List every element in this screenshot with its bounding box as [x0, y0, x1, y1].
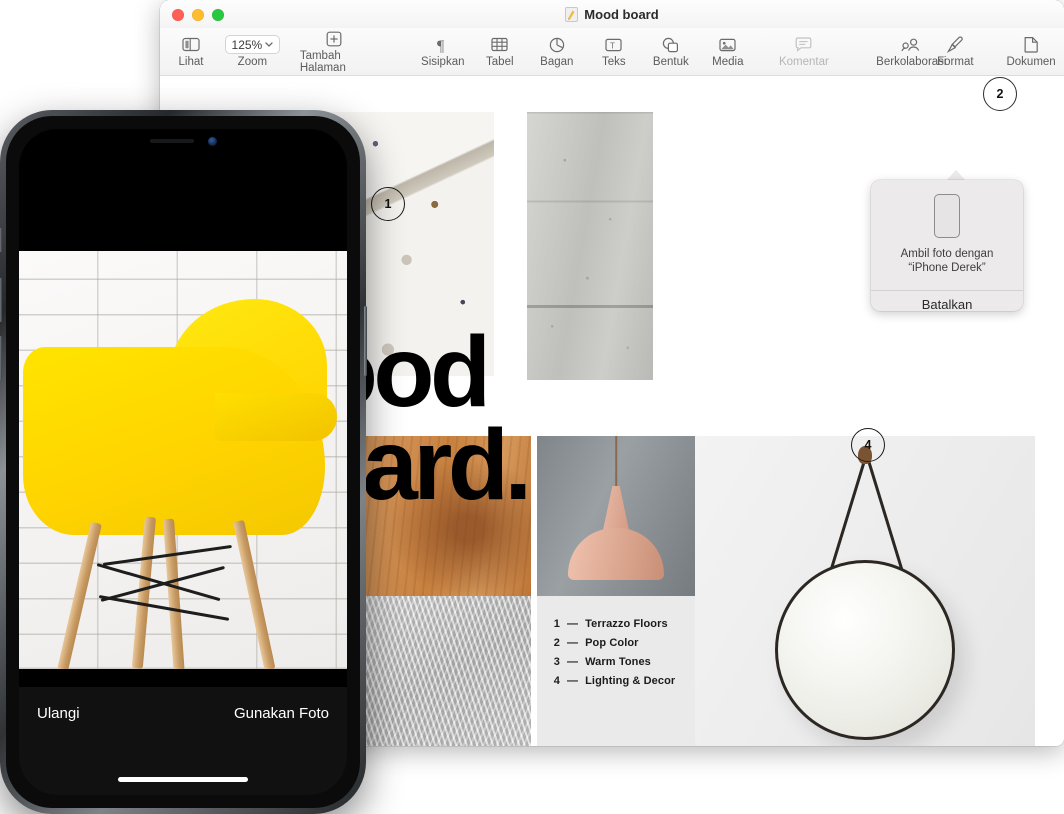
continuity-camera-popover: Ambil foto dengan “iPhone Derek” Batalka… [871, 180, 1023, 312]
callout-badge-2: 2 [983, 77, 1017, 111]
legend-number: 2 [553, 637, 560, 649]
svg-text:¶: ¶ [437, 38, 445, 53]
toolbar-label-add-page: Tambah Halaman [299, 50, 346, 74]
legend-dash: — [567, 656, 579, 668]
toolbar-label-media: Media [712, 56, 744, 68]
iphone-screen[interactable]: Ulangi Gunakan Foto [19, 129, 347, 795]
shapes-icon [662, 35, 679, 54]
legend-item: 2 — Pop Color [551, 637, 695, 649]
callout-badge-4: 4 [851, 428, 885, 462]
toolbar-item-shape[interactable]: Bentuk [652, 35, 689, 68]
toolbar-label-view: Lihat [178, 56, 204, 68]
toolbar-item-insert[interactable]: ¶ Sisipkan [421, 35, 464, 69]
use-photo-button[interactable]: Gunakan Foto [234, 705, 329, 722]
toolbar-label-zoom: Zoom [237, 56, 268, 68]
iphone-volume-up[interactable] [0, 278, 2, 322]
legend-number: 1 [553, 618, 560, 630]
legend-label: Pop Color [585, 637, 639, 649]
toolbar-label-comment: Komentar [778, 56, 829, 68]
legend-item: 3 — Warm Tones [551, 656, 695, 668]
yellow-chair-subject [19, 251, 347, 669]
pilcrow-icon: ¶ [436, 35, 450, 54]
callout-badge-1: 1 [371, 187, 405, 221]
retake-button[interactable]: Ulangi [37, 705, 80, 722]
iphone-icon [934, 194, 960, 238]
legend-dash: — [567, 675, 579, 687]
media-icon [719, 35, 736, 54]
toolbar-item-table[interactable]: Tabel [483, 35, 517, 68]
toolbar-label-format: Format [937, 56, 974, 68]
toolbar-label-insert: Sisipkan [421, 56, 465, 68]
popover-message-line-1: Ambil foto dengan [900, 248, 994, 260]
iphone-volume-down[interactable] [0, 336, 2, 380]
badge-label: 1 [384, 197, 392, 211]
toolbar-item-collaborate[interactable]: Berkolaborasi [876, 35, 947, 68]
earpiece-speaker-icon [149, 139, 194, 143]
toolbar-item-format[interactable]: Format [937, 35, 974, 68]
window-titlebar: Mood board [160, 0, 1064, 28]
toolbar-item-chart[interactable]: Bagan [540, 35, 574, 68]
image-grey-fur-rug[interactable] [366, 596, 531, 746]
pages-document-icon [565, 6, 579, 22]
popover-body: Ambil foto dengan “iPhone Derek” [871, 180, 1023, 284]
zoom-popup-button[interactable]: 125% [224, 35, 281, 54]
screenshot-root: Mood board Lihat 125% Zoom Tambah Halama… [0, 0, 1064, 814]
toolbar-label-collaborate: Berkolaborasi [876, 56, 947, 68]
legend-dash: — [567, 637, 579, 649]
svg-text:T: T [610, 41, 615, 50]
iphone-power-button[interactable] [364, 306, 367, 376]
legend-list: 1 — Terrazzo Floors 2 — Pop Color 3 — Wa… [537, 596, 695, 687]
toolbar-label-document: Dokumen [1006, 56, 1056, 68]
popover-cancel-label: Batalkan [921, 297, 973, 313]
toolbar-item-zoom[interactable]: 125% Zoom [224, 35, 281, 68]
plus-box-icon [326, 29, 342, 48]
toolbar-item-document[interactable]: Dokumen [1006, 35, 1056, 68]
badge-label: 4 [864, 438, 872, 452]
document-icon [1024, 35, 1039, 54]
legend-number: 3 [553, 656, 560, 668]
camera-photo-preview [19, 251, 347, 669]
legend-item: 4 — Lighting & Decor [551, 675, 695, 687]
collaborate-icon [901, 35, 921, 54]
popover-message: Ambil foto dengan “iPhone Derek” [881, 247, 1013, 276]
camera-action-row: Ulangi Gunakan Foto [19, 705, 347, 722]
legend-label: Lighting & Decor [585, 675, 676, 687]
comment-icon [795, 35, 812, 54]
legend-dash: — [567, 618, 579, 630]
legend-number: 4 [553, 675, 560, 687]
legend-item: 1 — Terrazzo Floors [551, 618, 695, 630]
window-title-group: Mood board [160, 0, 1064, 28]
toolbar-item-add-page[interactable]: Tambah Halaman [300, 29, 369, 74]
toolbar-label-shape: Bentuk [652, 56, 689, 68]
iphone-device: Ulangi Gunakan Foto [0, 110, 367, 814]
iphone-mute-switch[interactable] [0, 228, 2, 252]
iphone-notch [108, 129, 258, 153]
toolbar-label-table: Tabel [486, 56, 514, 68]
popover-cancel-button[interactable]: Batalkan [871, 291, 1023, 319]
toolbar-item-text[interactable]: T Teks [597, 35, 631, 68]
front-camera-icon [207, 136, 217, 146]
paintbrush-icon [946, 35, 964, 54]
window-title-text: Mood board [584, 6, 659, 22]
table-icon [491, 35, 508, 54]
iphone-bezel: Ulangi Gunakan Foto [6, 116, 360, 808]
text-box-icon: T [605, 35, 622, 54]
toolbar-item-comment[interactable]: Komentar [779, 35, 829, 68]
chevron-down-icon [265, 42, 273, 47]
toolbar-label-chart: Bagan [540, 56, 574, 68]
badge-label: 2 [996, 87, 1004, 101]
legend-label: Terrazzo Floors [585, 618, 668, 630]
popover-message-line-2: “iPhone Derek” [908, 262, 986, 275]
legend-label: Warm Tones [585, 656, 651, 668]
sidebar-icon [182, 35, 200, 54]
toolbar-item-view[interactable]: Lihat [174, 35, 208, 68]
camera-controls-bar: Ulangi Gunakan Foto [19, 687, 347, 795]
zoom-value: 125% [231, 37, 263, 52]
legend-panel: 1 — Terrazzo Floors 2 — Pop Color 3 — Wa… [537, 596, 695, 746]
toolbar-item-media[interactable]: Media [711, 35, 745, 68]
pie-chart-icon [549, 35, 565, 54]
pages-toolbar: Lihat 125% Zoom Tambah Halaman ¶ Sisipka… [160, 28, 1064, 76]
toolbar-label-text: Teks [601, 56, 626, 68]
home-indicator[interactable] [118, 777, 248, 782]
